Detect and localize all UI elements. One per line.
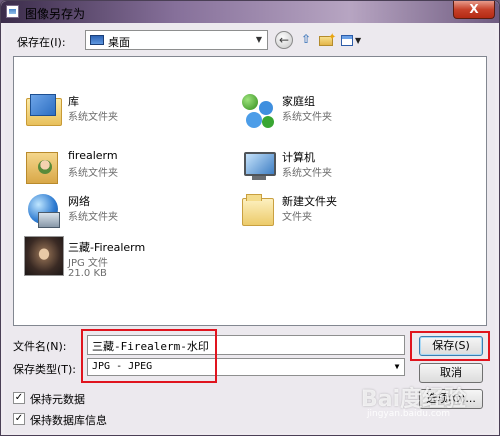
file-list[interactable]: 库 系统文件夹 家庭组 系统文件夹 firealerm 系统文件夹 计算机 系统… (13, 56, 487, 326)
list-item-new-folder[interactable]: 新建文件夹 文件夹 (234, 187, 434, 237)
item-type: 系统文件夹 (68, 168, 118, 179)
up-folder-button[interactable]: ⇧ (297, 31, 315, 49)
item-name: 计算机 (282, 151, 315, 164)
filename-label: 文件名(N): (13, 340, 67, 353)
checkbox-label: 保持元数据 (30, 393, 85, 406)
checkbox-box[interactable]: ✓ (13, 392, 25, 404)
cancel-button[interactable]: 取消 (419, 363, 483, 383)
dialog-body: 保存在(I): 桌面 ▼ ← ⇧ ✦ ▼ 库 系统文件夹 家庭组 系统文件夹 f… (5, 23, 495, 433)
view-menu-button[interactable]: ▼ (339, 31, 365, 49)
item-type: 文件夹 (282, 212, 312, 223)
network-icon (24, 190, 64, 230)
highlight-box (81, 329, 217, 383)
item-name: 家庭组 (282, 95, 315, 108)
list-item-image-file[interactable]: 三藏-Firealerm JPG 文件 21.0 KB (20, 233, 220, 283)
filetype-label: 保存类型(T): (13, 363, 77, 376)
watermark-url: jingyan.baidu.com (367, 409, 451, 419)
item-name: 三藏-Firealerm (68, 241, 146, 254)
folder-icon (238, 190, 278, 230)
item-type: 系统文件夹 (282, 168, 332, 179)
homegroup-icon (238, 90, 278, 130)
chevron-down-icon[interactable]: ▼ (390, 359, 404, 375)
list-item-homegroup[interactable]: 家庭组 系统文件夹 (234, 87, 434, 137)
save-in-dropdown[interactable]: 桌面 ▼ (85, 30, 268, 50)
item-type: 系统文件夹 (68, 212, 118, 223)
image-thumbnail-icon (24, 236, 64, 276)
app-icon (6, 5, 19, 18)
item-size: 21.0 KB (68, 268, 107, 279)
desktop-icon (90, 35, 104, 45)
item-type: JPG 文件 (68, 258, 108, 269)
list-item-user-folder[interactable]: firealerm 系统文件夹 (20, 143, 220, 193)
user-folder-icon (24, 146, 64, 186)
highlight-box (410, 331, 490, 361)
chevron-down-icon[interactable]: ▼ (251, 31, 267, 49)
view-icon (341, 35, 353, 46)
checkbox-label: 保持数据库信息 (30, 414, 107, 427)
title-bar[interactable]: 图像另存为 X (1, 1, 499, 23)
save-in-value: 桌面 (108, 36, 130, 49)
item-type: 系统文件夹 (282, 112, 332, 123)
save-in-label: 保存在(I): (17, 36, 66, 49)
close-button[interactable]: X (453, 1, 495, 19)
sparkle-icon: ✦ (328, 32, 337, 43)
library-icon (24, 90, 64, 130)
list-item-network[interactable]: 网络 系统文件夹 (20, 187, 220, 237)
window-title: 图像另存为 (25, 7, 86, 21)
item-type: 系统文件夹 (68, 112, 118, 123)
save-image-dialog: 图像另存为 X 保存在(I): 桌面 ▼ ← ⇧ ✦ ▼ 库 系统文件夹 家庭组… (0, 0, 500, 436)
item-name: firealerm (68, 149, 118, 162)
item-name: 新建文件夹 (282, 195, 337, 208)
back-button[interactable]: ← (275, 31, 293, 49)
computer-icon (238, 146, 278, 186)
list-item-library[interactable]: 库 系统文件夹 (20, 87, 220, 137)
item-name: 库 (68, 95, 79, 108)
checkbox-box[interactable]: ✓ (13, 413, 25, 425)
item-name: 网络 (68, 195, 90, 208)
chevron-down-icon: ▼ (355, 36, 362, 45)
new-folder-button[interactable]: ✦ (317, 31, 337, 49)
list-item-computer[interactable]: 计算机 系统文件夹 (234, 143, 434, 193)
